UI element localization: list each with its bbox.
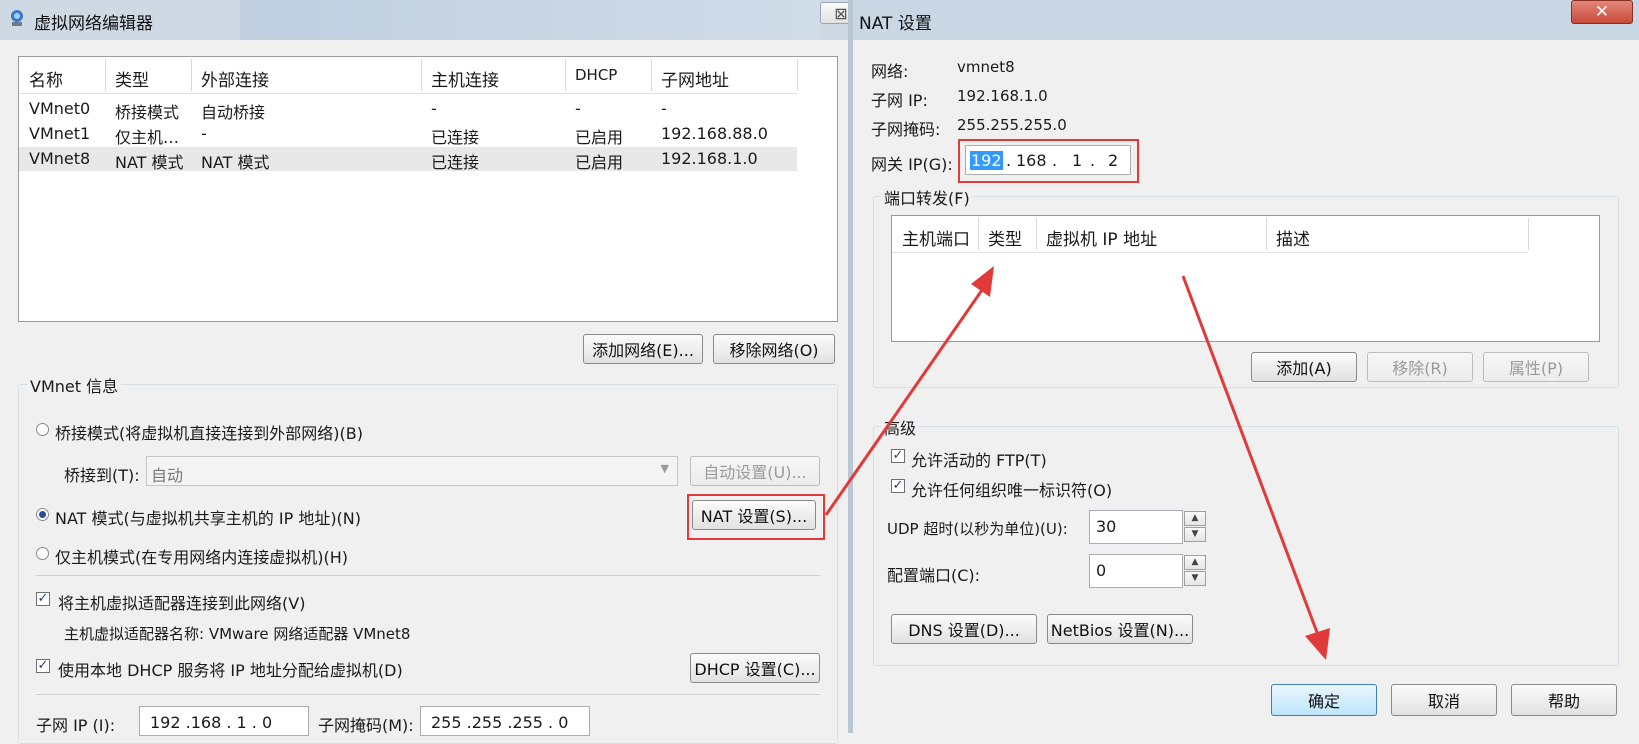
annotation-arrows — [824, 266, 1330, 660]
arrow-nat-to-portforward — [824, 266, 994, 516]
arrow-to-ok — [1181, 275, 1330, 660]
